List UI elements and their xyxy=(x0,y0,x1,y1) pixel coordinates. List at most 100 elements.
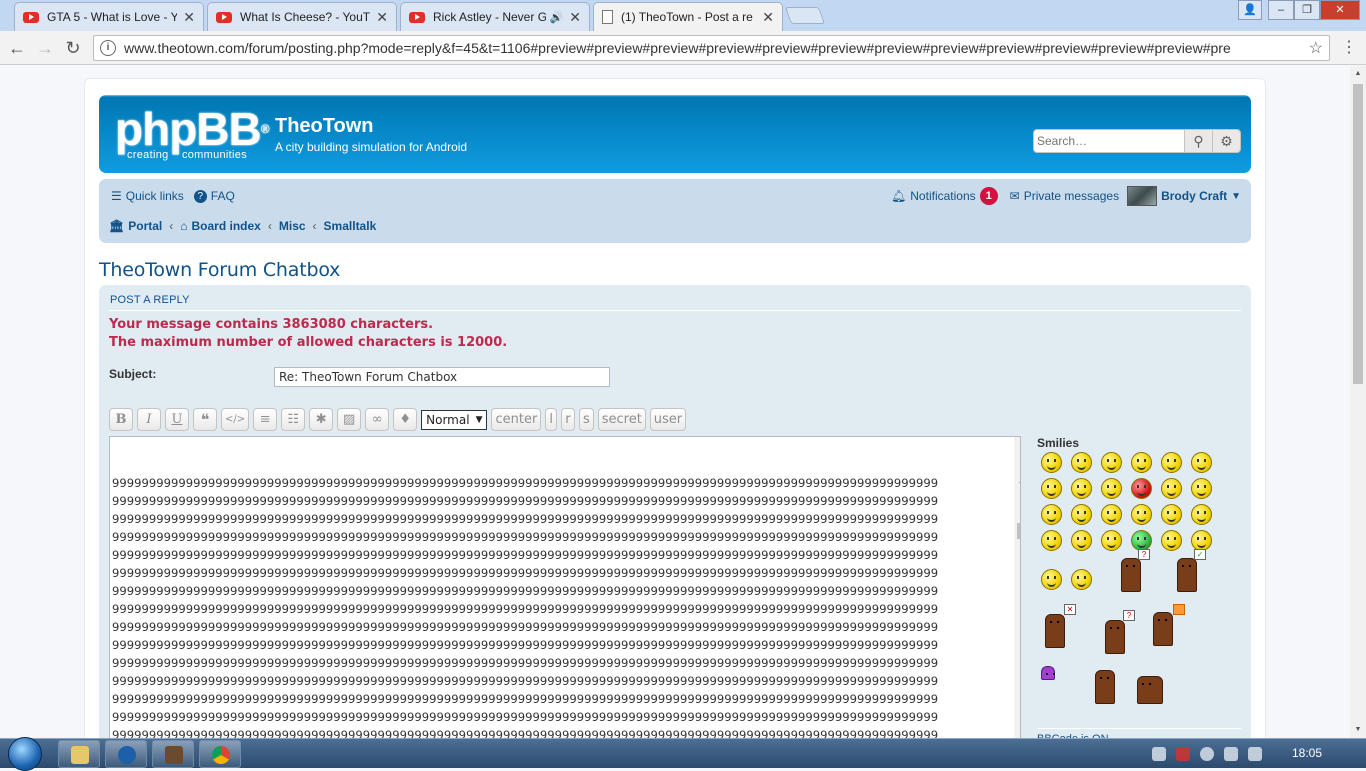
subject-input[interactable] xyxy=(274,367,610,387)
url-text[interactable]: www.theotown.com/forum/posting.php?mode=… xyxy=(124,40,1303,56)
taskbar-app[interactable] xyxy=(152,740,194,768)
close-icon[interactable]: ✕ xyxy=(762,9,774,26)
idea-icon[interactable] xyxy=(1041,530,1062,551)
tray-icon[interactable] xyxy=(1152,747,1166,761)
scrollbar-thumb[interactable] xyxy=(1017,523,1020,539)
uber-geek-icon[interactable] xyxy=(1191,530,1212,551)
site-name[interactable]: TheoTown xyxy=(275,115,467,138)
search-icon[interactable]: ⚲ xyxy=(1184,130,1212,152)
italic-button[interactable]: I xyxy=(137,408,161,431)
username-link[interactable]: Brody Craft xyxy=(1161,189,1227,203)
exclamation-icon[interactable] xyxy=(1161,504,1182,525)
scroll-down-icon[interactable]: ▼ xyxy=(1350,722,1366,738)
close-icon[interactable]: ✕ xyxy=(183,9,195,26)
bear-fired-icon[interactable] xyxy=(1137,676,1163,704)
back-icon[interactable]: ← xyxy=(6,37,28,59)
caret-down-icon[interactable]: ▼ xyxy=(1231,191,1241,202)
search-input[interactable] xyxy=(1034,130,1184,152)
align-left-button[interactable]: l xyxy=(545,408,557,431)
avatar[interactable] xyxy=(1127,186,1158,206)
phpbb-logo[interactable]: phpBB® creating communities xyxy=(115,105,270,161)
image-icon[interactable]: ▨ xyxy=(337,408,362,431)
arrow-icon[interactable] xyxy=(1071,530,1092,551)
link-icon[interactable]: ∞ xyxy=(365,408,390,431)
info-icon[interactable]: i xyxy=(100,40,116,56)
faq-link[interactable]: FAQ xyxy=(211,189,235,203)
bear-sign-icon[interactable] xyxy=(1121,558,1141,592)
forward-icon[interactable]: → xyxy=(34,37,56,59)
scroll-up-icon[interactable]: ▲ xyxy=(1350,66,1366,82)
advanced-search-gear-icon[interactable]: ⚙ xyxy=(1212,130,1240,152)
purple-icon[interactable] xyxy=(1041,666,1055,680)
notifications-badge[interactable]: 1 xyxy=(979,187,998,205)
message-textarea[interactable]: 9999999999999999999999999999999999999999… xyxy=(109,436,1021,738)
shocked-icon[interactable] xyxy=(1191,452,1212,473)
bear-sign-icon[interactable] xyxy=(1177,558,1197,592)
laughing-icon[interactable] xyxy=(1101,478,1122,499)
breadcrumb-board-index[interactable]: Board index xyxy=(192,219,261,233)
notifications-link[interactable]: Notifications xyxy=(910,189,975,203)
numbered-list-icon[interactable]: ☷ xyxy=(281,408,306,431)
smile-icon[interactable] xyxy=(1071,452,1092,473)
clock[interactable]: 18:05 xyxy=(1292,746,1322,760)
private-messages-link[interactable]: Private messages xyxy=(1024,189,1119,203)
bear-gun-icon[interactable] xyxy=(1153,612,1173,646)
mad-icon[interactable] xyxy=(1131,478,1152,499)
close-icon[interactable]: ✕ xyxy=(569,9,581,26)
evil-icon[interactable] xyxy=(1071,504,1092,525)
bookmark-star-icon[interactable]: ☆ xyxy=(1309,38,1323,58)
taskbar-chrome[interactable] xyxy=(199,740,241,768)
bbcode-status[interactable]: BBCode is ON xyxy=(1037,728,1241,738)
browser-tab[interactable]: What Is Cheese? - YouTu ✕ xyxy=(207,2,397,31)
deal-with-it-icon[interactable] xyxy=(1071,569,1092,590)
tray-icon[interactable] xyxy=(1176,747,1190,761)
font-size-select[interactable]: Normal ▼ xyxy=(421,410,488,430)
taskbar-app[interactable] xyxy=(105,740,147,768)
list-item-icon[interactable]: ✱ xyxy=(309,408,334,431)
close-icon[interactable]: ✕ xyxy=(376,9,388,26)
display-icon[interactable] xyxy=(1224,747,1238,761)
restore-button[interactable]: ❐ xyxy=(1294,0,1320,20)
bear-hat-icon[interactable] xyxy=(1095,670,1115,704)
cool-icon[interactable] xyxy=(1071,478,1092,499)
color-drop-icon[interactable]: ♦ xyxy=(393,408,418,431)
address-bar[interactable]: i www.theotown.com/forum/posting.php?mod… xyxy=(93,35,1330,61)
embarrassed-icon[interactable] xyxy=(1191,478,1212,499)
taskbar-explorer[interactable] xyxy=(58,740,100,768)
bear-no-icon[interactable] xyxy=(1045,614,1065,648)
user-profile-icon[interactable]: 👤 xyxy=(1238,0,1262,20)
browser-tab-active[interactable]: (1) TheoTown - Post a re ✕ xyxy=(593,2,783,31)
neutral-icon[interactable] xyxy=(1101,530,1122,551)
scroll-up-icon[interactable]: ▲ xyxy=(1014,473,1020,487)
question-icon[interactable] xyxy=(1191,504,1212,525)
surprised-icon[interactable] xyxy=(1161,452,1182,473)
textarea-scrollbar[interactable]: ▲ xyxy=(1014,437,1020,738)
breadcrumb-smalltalk[interactable]: Smalltalk xyxy=(324,219,377,233)
volume-icon[interactable] xyxy=(1248,747,1262,761)
secret-button[interactable]: secret xyxy=(597,408,646,431)
user-button[interactable]: user xyxy=(649,408,687,431)
reload-icon[interactable]: ↻ xyxy=(62,37,84,59)
breadcrumb-portal[interactable]: Portal xyxy=(128,219,162,233)
window-close-button[interactable]: ✕ xyxy=(1320,0,1360,20)
razz-icon[interactable] xyxy=(1161,478,1182,499)
underline-button[interactable]: U xyxy=(165,408,189,431)
rolleyes-icon[interactable] xyxy=(1131,504,1152,525)
sad-icon[interactable] xyxy=(1131,452,1152,473)
menu-icon[interactable]: ⋮ xyxy=(1338,37,1360,59)
smile-icon[interactable] xyxy=(1041,452,1062,473)
quick-links[interactable]: Quick links xyxy=(126,189,184,203)
topic-title[interactable]: TheoTown Forum Chatbox xyxy=(99,259,340,281)
align-right-button[interactable]: r xyxy=(560,408,575,431)
new-tab-button[interactable] xyxy=(784,7,826,24)
mr-green-icon[interactable] xyxy=(1131,530,1152,551)
crying-icon[interactable] xyxy=(1041,504,1062,525)
confused-icon[interactable] xyxy=(1041,478,1062,499)
geek-icon[interactable] xyxy=(1161,530,1182,551)
smile-icon[interactable] xyxy=(1041,569,1062,590)
scrollbar-thumb[interactable] xyxy=(1353,84,1363,384)
browser-tab[interactable]: GTA 5 - What is Love - Yo ✕ xyxy=(14,2,204,31)
quote-icon[interactable]: ❝ xyxy=(193,408,217,431)
bold-button[interactable]: B xyxy=(109,408,133,431)
smile-icon[interactable] xyxy=(1101,452,1122,473)
